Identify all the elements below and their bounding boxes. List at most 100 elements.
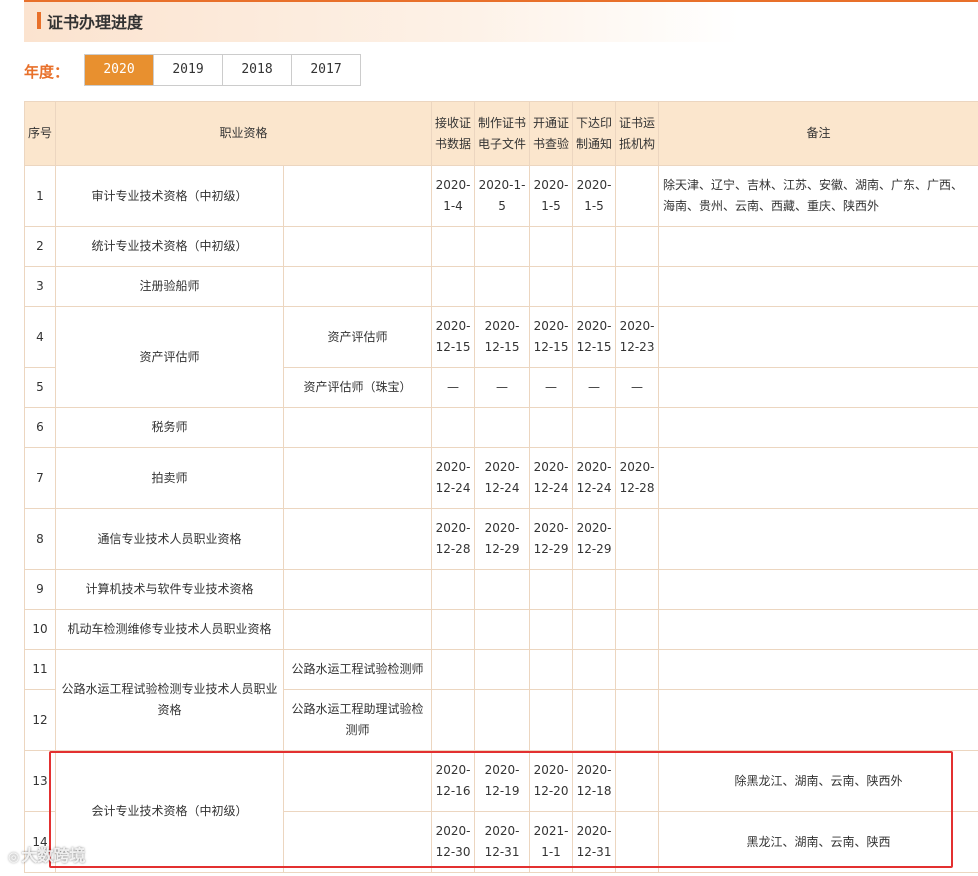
row-number: 8 <box>24 508 56 570</box>
row-number: 13 <box>24 750 56 812</box>
sub-qualification <box>282 569 433 610</box>
date-make: 2020- 12-19 <box>474 750 531 812</box>
watermark-text: 大数跨境 <box>21 846 86 865</box>
qualification-name: 资产评估师 <box>55 306 284 408</box>
qualification-name: 统计专业技术资格（中初级） <box>55 226 284 267</box>
row-number: 7 <box>24 447 56 509</box>
date-print-notice: 2020- 12-31 <box>572 811 617 873</box>
date-arrival <box>615 508 660 570</box>
certificate-progress-table: 序号 职业资格 接收证 书数据 制作证书 电子文件 开通证 书查验 下达印 制通知 证书… <box>24 101 978 873</box>
table-row: 4 资产评估师 资产评估师 2020- 12-15 2020- 12-15 2020… <box>24 306 978 408</box>
date-verify: 2020- 1-5 <box>529 165 574 227</box>
col-header-make: 制作证书 电子文件 <box>474 101 531 166</box>
row-number: 3 <box>24 266 56 307</box>
table-row: 11 公路水运工程试验检测专业技术人员职业资格 公路水运工程试验检测师 <box>24 649 978 751</box>
title-marker <box>37 12 41 29</box>
col-header-print-notice: 下达印 制通知 <box>572 101 617 166</box>
row-note: 黑龙江、湖南、云南、陕西 <box>658 811 978 873</box>
date-verify: — <box>529 367 574 408</box>
col-header-arrival: 证书运 抵机构 <box>615 101 660 166</box>
year-tab-2019[interactable]: 2019 <box>153 55 222 85</box>
sub-qualification <box>282 165 433 227</box>
col-header-no: 序号 <box>24 101 56 166</box>
date-verify: 2020- 12-29 <box>529 508 574 570</box>
date-arrival: 2020- 12-23 <box>615 306 660 368</box>
date-make: 2020- 12-15 <box>474 306 531 368</box>
row-number: 6 <box>24 407 56 448</box>
col-header-note: 备注 <box>658 101 978 166</box>
date-print-notice: — <box>572 367 617 408</box>
sub-qualification: 资产评估师（珠宝） <box>282 367 433 408</box>
table-row: 9 计算机技术与软件专业技术资格 <box>24 569 978 610</box>
year-tab-2018[interactable]: 2018 <box>222 55 291 85</box>
table-row: 3 注册验船师 <box>24 266 978 307</box>
date-make: 2020- 12-29 <box>474 508 531 570</box>
table-row: 13 会计专业技术资格（中初级） 2020- 12-16 2020- 12-19 2… <box>24 750 978 873</box>
date-receive: 2020- 12-24 <box>431 447 476 509</box>
date-verify: 2020- 12-24 <box>529 447 574 509</box>
col-header-receive: 接收证 书数据 <box>431 101 476 166</box>
sub-qualification <box>282 226 433 267</box>
col-header-qualification: 职业资格 <box>54 101 433 166</box>
row-number: 9 <box>24 569 56 610</box>
table-row: 10 机动车检测维修专业技术人员职业资格 <box>24 609 978 650</box>
sub-qualification <box>282 447 433 509</box>
date-receive: 2020- 12-28 <box>431 508 476 570</box>
watermark: ◎ 大数跨境 <box>8 842 85 866</box>
row-number: 10 <box>24 609 56 650</box>
date-receive: — <box>431 367 476 408</box>
sub-qualification <box>282 407 433 448</box>
sub-qualification <box>282 508 433 570</box>
date-make: 2020- 12-24 <box>474 447 531 509</box>
year-tabs: 2020 2019 2018 2017 <box>84 54 361 86</box>
date-make: 2020-1- 5 <box>474 165 531 227</box>
date-print-notice: 2020- 12-24 <box>572 447 617 509</box>
qualification-name: 拍卖师 <box>55 447 284 509</box>
qualification-name: 会计专业技术资格（中初级） <box>55 750 284 873</box>
date-verify: 2021- 1-1 <box>529 811 574 873</box>
date-make: — <box>474 367 531 408</box>
row-note <box>658 508 978 570</box>
sub-qualification <box>282 266 433 307</box>
col-header-verify: 开通证 书查验 <box>529 101 574 166</box>
row-note: 除天津、辽宁、吉林、江苏、安徽、湖南、广东、广西、海南、贵州、云南、西藏、重庆、… <box>658 165 978 227</box>
date-make: 2020- 12-31 <box>474 811 531 873</box>
date-receive: 2020- 12-30 <box>431 811 476 873</box>
row-note: 除黑龙江、湖南、云南、陕西外 <box>658 750 978 812</box>
table-row: 7 拍卖师 2020- 12-24 2020- 12-24 2020- 12-24 2… <box>24 447 978 509</box>
sub-qualification: 公路水运工程助理试验检测师 <box>282 689 433 751</box>
date-receive: 2020- 1-4 <box>431 165 476 227</box>
date-print-notice: 2020- 12-15 <box>572 306 617 368</box>
date-arrival: — <box>615 367 660 408</box>
table-row: 8 通信专业技术人员职业资格 2020- 12-28 2020- 12-29 202… <box>24 508 978 570</box>
date-receive: 2020- 12-16 <box>431 750 476 812</box>
table-row: 1 审计专业技术资格（中初级） 2020- 1-4 2020-1- 5 2020- 1… <box>24 165 978 227</box>
date-arrival <box>615 165 660 227</box>
row-number: 4 <box>24 306 56 368</box>
row-number: 11 <box>24 649 56 690</box>
table-header-row: 序号 职业资格 接收证 书数据 制作证书 电子文件 开通证 书查验 下达印 制通知 证书… <box>24 101 978 166</box>
date-verify: 2020- 12-20 <box>529 750 574 812</box>
sub-qualification: 公路水运工程试验检测师 <box>282 649 433 690</box>
sub-qualification <box>282 811 433 873</box>
year-tab-2017[interactable]: 2017 <box>291 55 360 85</box>
sub-qualification <box>282 750 433 812</box>
date-print-notice: 2020- 12-29 <box>572 508 617 570</box>
qualification-name: 公路水运工程试验检测专业技术人员职业资格 <box>55 649 284 751</box>
row-number: 5 <box>24 367 56 408</box>
date-arrival <box>615 811 660 873</box>
qualification-name: 通信专业技术人员职业资格 <box>55 508 284 570</box>
row-number: 2 <box>24 226 56 267</box>
date-receive: 2020- 12-15 <box>431 306 476 368</box>
table-row: 2 统计专业技术资格（中初级） <box>24 226 978 267</box>
qualification-name: 税务师 <box>55 407 284 448</box>
year-tab-2020[interactable]: 2020 <box>85 55 153 85</box>
date-arrival: 2020- 12-28 <box>615 447 660 509</box>
row-note <box>658 306 978 368</box>
row-number: 1 <box>24 165 56 227</box>
date-verify: 2020- 12-15 <box>529 306 574 368</box>
date-print-notice: 2020- 1-5 <box>572 165 617 227</box>
section-header: 证书办理进度 <box>24 2 978 42</box>
camera-icon: ◎ <box>8 850 20 865</box>
qualification-name: 计算机技术与软件专业技术资格 <box>55 569 284 610</box>
